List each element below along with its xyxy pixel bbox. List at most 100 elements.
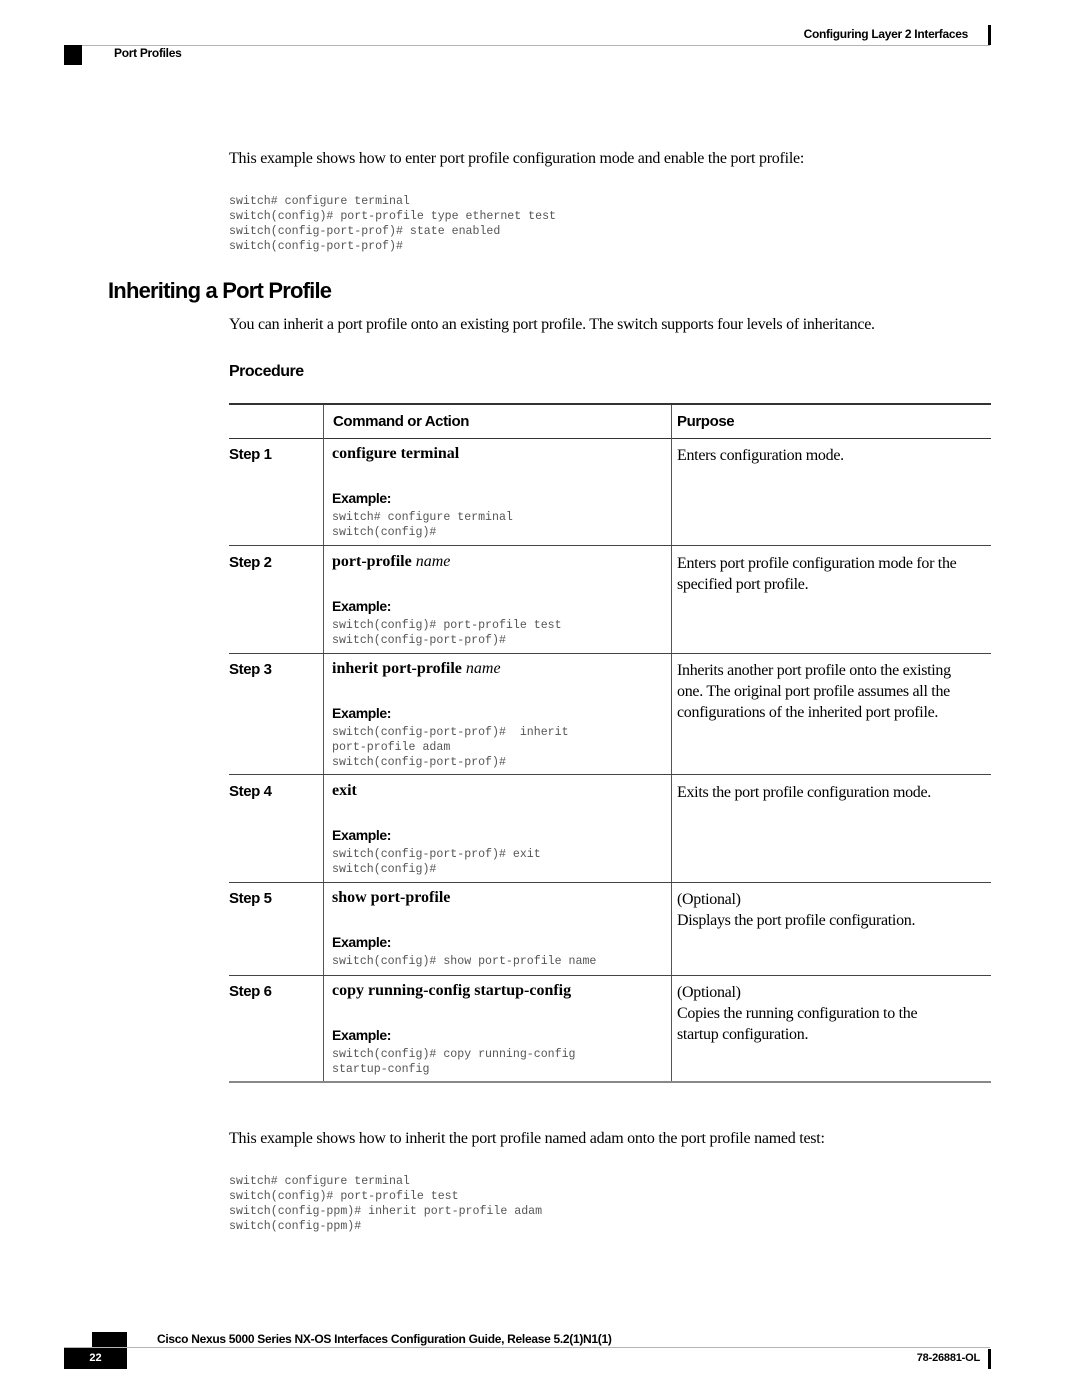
- example-code: switch# configure terminal switch(config)…: [332, 510, 513, 540]
- command: inherit port-profile name: [332, 660, 501, 678]
- example-label: Example:: [332, 934, 392, 950]
- purpose-line: (Optional): [677, 984, 741, 1001]
- footer-marker-block: [92, 1332, 127, 1347]
- code-line: switch(config-port-prof)# inherit: [332, 726, 569, 739]
- example-code: switch(config)# port-profile test switch(…: [332, 618, 562, 648]
- row-rule: [229, 975, 991, 976]
- outro-code-block: switch# configure terminal switch(config)…: [229, 1159, 542, 1249]
- footer-rule: [64, 1347, 990, 1348]
- code-line: switch(config-port-prof)# state enabled: [229, 225, 501, 238]
- code-line: switch(config)#: [332, 526, 437, 539]
- purpose-line: (Optional): [677, 891, 741, 908]
- purpose-line: Exits the port profile configuration mod…: [677, 784, 932, 801]
- purpose-line: Displays the port profile configuration.: [677, 912, 916, 929]
- code-line: startup-config: [332, 1063, 430, 1076]
- purpose-text: Enters configuration mode.: [677, 445, 995, 466]
- code-line: switch(config)# copy running-config: [332, 1048, 576, 1061]
- purpose-line: Enters port profile configuration mode f…: [677, 555, 957, 572]
- command-keyword: inherit port-profile: [332, 660, 462, 677]
- command-keyword: exit: [332, 782, 357, 799]
- code-line: switch# configure terminal: [229, 195, 410, 208]
- code-line: switch(config-ppm)# inherit port-profile…: [229, 1205, 543, 1218]
- example-label: Example:: [332, 705, 392, 721]
- purpose-line: one. The original port profile assumes a…: [677, 683, 950, 700]
- doc-number: 78-26881-OL: [916, 1352, 980, 1364]
- code-line: switch(config-port-prof)# exit: [332, 848, 541, 861]
- column-header-command: Command or Action: [333, 413, 469, 430]
- intro-paragraph: This example shows how to enter port pro…: [229, 150, 805, 167]
- example-code: switch(config)# copy running-config start…: [332, 1047, 576, 1077]
- table-row: Step 3 inherit port-profile name Example…: [229, 658, 991, 775]
- code-line: switch(config)# port-profile test: [229, 1190, 459, 1203]
- purpose-line: startup configuration.: [677, 1026, 809, 1043]
- code-line: switch(config)# show port-profile name: [332, 955, 597, 968]
- purpose-line: Copies the running configuration to the: [677, 1005, 918, 1022]
- purpose-text: Exits the port profile configuration mod…: [677, 782, 995, 803]
- step-number: Step 3: [229, 661, 272, 678]
- example-code: switch(config-port-prof)# exit switch(con…: [332, 847, 541, 877]
- command-keyword: copy running-config startup-config: [332, 982, 572, 999]
- page-number: 22: [64, 1348, 127, 1369]
- row-rule: [229, 774, 991, 775]
- header-section-name: Port Profiles: [114, 46, 182, 60]
- code-line: switch(config)# port-profile test: [332, 619, 562, 632]
- step-number: Step 5: [229, 890, 272, 907]
- table-top-rule: [229, 403, 991, 405]
- step-number: Step 2: [229, 554, 272, 571]
- table-row: Step 2 port-profile name Example: switch…: [229, 551, 991, 654]
- code-line: switch(config)# port-profile type ethern…: [229, 210, 556, 223]
- code-line: switch(config-port-prof)#: [332, 756, 506, 769]
- example-label: Example:: [332, 1027, 392, 1043]
- example-code: switch(config)# show port-profile name: [332, 954, 596, 969]
- command-argument: name: [465, 660, 501, 677]
- table-header-rule: [229, 438, 991, 439]
- example-code: switch(config-port-prof)# inherit port-pr…: [332, 725, 569, 770]
- code-line: switch(config)#: [332, 863, 437, 876]
- table-row: Step 1 configure terminal Example: switc…: [229, 443, 991, 546]
- code-line: switch(config-ppm)#: [229, 1220, 362, 1233]
- purpose-text: Inherits another port profile onto the e…: [677, 660, 995, 723]
- example-label: Example:: [332, 598, 392, 614]
- code-line: switch(config-port-prof)#: [332, 634, 506, 647]
- column-header-purpose: Purpose: [677, 413, 735, 430]
- purpose-text: (Optional) Copies the running configurati…: [677, 982, 995, 1045]
- command-keyword: port-profile: [332, 553, 412, 570]
- code-line: port-profile adam: [332, 741, 451, 754]
- step-number: Step 1: [229, 446, 272, 463]
- outro-paragraph: This example shows how to inherit the po…: [229, 1130, 825, 1147]
- purpose-line: Inherits another port profile onto the e…: [677, 662, 951, 679]
- header-rule: [64, 45, 990, 46]
- row-rule: [229, 653, 991, 654]
- step-number: Step 4: [229, 783, 272, 800]
- footer-bar: [988, 1349, 991, 1369]
- header-bar: [988, 25, 991, 45]
- row-rule: [229, 882, 991, 883]
- code-line: switch# configure terminal: [332, 511, 513, 524]
- row-rule: [229, 1081, 991, 1083]
- intro-code-block: switch# configure terminal switch(config)…: [229, 179, 556, 269]
- command: exit: [332, 782, 357, 800]
- section-title: Inheriting a Port Profile: [108, 278, 332, 303]
- command: port-profile name: [332, 553, 450, 571]
- table-row: Step 5 show port-profile Example: switch…: [229, 887, 991, 976]
- command: copy running-config startup-config: [332, 982, 571, 1000]
- row-rule: [229, 545, 991, 546]
- step-number: Step 6: [229, 983, 272, 1000]
- purpose-text: Enters port profile configuration mode f…: [677, 553, 995, 595]
- command-keyword: show port-profile: [332, 889, 451, 906]
- header-chapter-title: Configuring Layer 2 Interfaces: [803, 27, 969, 41]
- command: show port-profile: [332, 889, 450, 907]
- code-line: switch# configure terminal: [229, 1175, 410, 1188]
- procedure-heading: Procedure: [229, 363, 304, 380]
- footer-book-title: Cisco Nexus 5000 Series NX-OS Interfaces…: [157, 1332, 612, 1346]
- code-line: switch(config-port-prof)#: [229, 240, 403, 253]
- purpose-text: (Optional) Displays the port profile conf…: [677, 889, 995, 931]
- purpose-line: configurations of the inherited port pro…: [677, 704, 939, 721]
- example-label: Example:: [332, 490, 392, 506]
- table-row: Step 4 exit Example: switch(config-port-…: [229, 780, 991, 883]
- command: configure terminal: [332, 445, 459, 463]
- section-description: You can inherit a port profile onto an e…: [229, 316, 875, 333]
- command-argument: name: [415, 553, 451, 570]
- example-label: Example:: [332, 827, 392, 843]
- table-row: Step 6 copy running-config startup-confi…: [229, 980, 991, 1083]
